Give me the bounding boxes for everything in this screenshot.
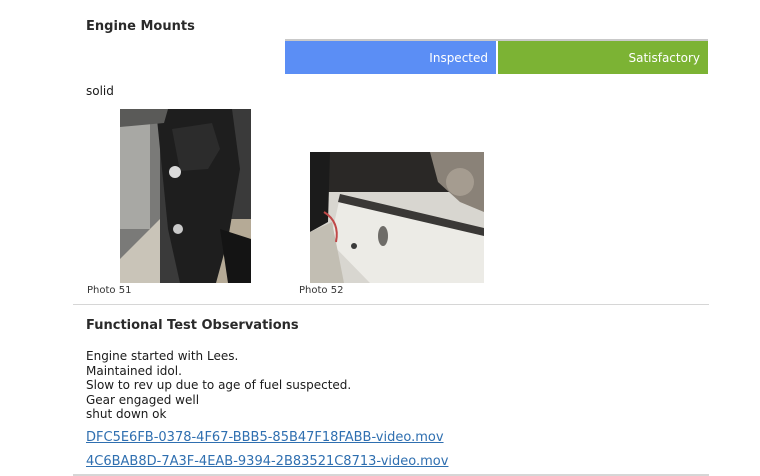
mounts-note: solid [86, 84, 114, 98]
section-divider [73, 304, 709, 305]
inspection-report-page: Engine Mounts Inspected Satisfactory sol… [0, 0, 760, 476]
observation-line: Slow to rev up due to age of fuel suspec… [86, 378, 352, 393]
observation-line: shut down ok [86, 407, 167, 422]
observation-line: Engine started with Lees. [86, 349, 239, 363]
status-inspected-badge: Inspected [285, 41, 496, 74]
observation-line: Maintained idol. [86, 363, 182, 378]
photo-52-image[interactable] [310, 152, 484, 283]
photo-51-caption: Photo 51 [87, 285, 132, 296]
status-satisfactory-badge: Satisfactory [498, 41, 708, 74]
video-link-2[interactable]: 4C6BAB8D-7A3F-4EAB-9394-2B83521C8713-vid… [86, 454, 448, 469]
video-link-1[interactable]: DFC5E6FB-0378-4F67-BBB5-85B47F18FABB-vid… [86, 430, 444, 445]
observations-text: Engine started with Lees. Maintained ido… [86, 349, 351, 422]
section-title-engine-mounts: Engine Mounts [86, 19, 195, 34]
photo-51-image[interactable] [120, 109, 251, 283]
observation-line: Gear engaged well [86, 392, 200, 407]
photo-52-caption: Photo 52 [299, 285, 344, 296]
section-title-functional-test: Functional Test Observations [86, 318, 299, 333]
status-bar: Inspected Satisfactory [285, 39, 708, 74]
